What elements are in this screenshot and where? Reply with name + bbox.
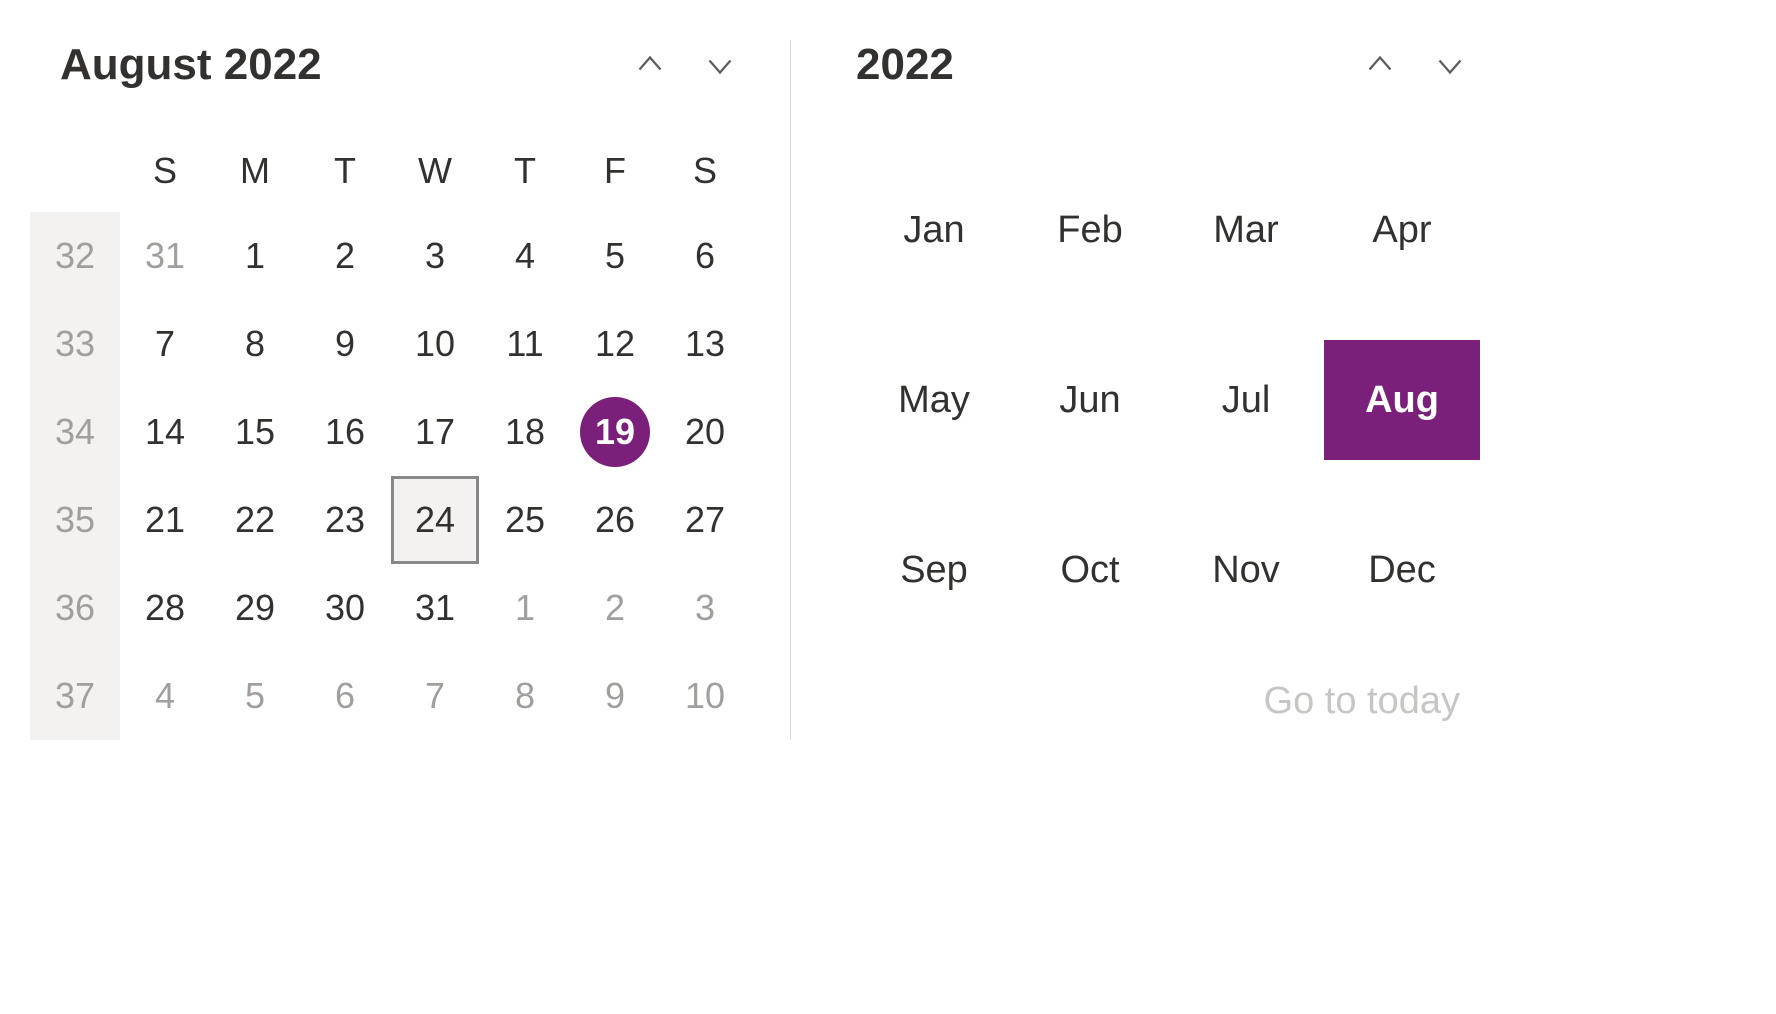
- month-prev-button[interactable]: [630, 45, 670, 85]
- day-cell[interactable]: 13: [660, 300, 750, 388]
- day-cell[interactable]: 9: [300, 300, 390, 388]
- day-cell[interactable]: 6: [660, 212, 750, 300]
- day-cell[interactable]: 21: [120, 476, 210, 564]
- go-to-today-button[interactable]: Go to today: [846, 630, 1490, 723]
- weekday-header: T: [300, 130, 390, 212]
- day-cell[interactable]: 8: [480, 652, 570, 740]
- month-grid: SMTWTFS323112345633789101112133414151617…: [30, 130, 760, 740]
- year-next-button[interactable]: [1430, 45, 1470, 85]
- day-cell[interactable]: 29: [210, 564, 300, 652]
- month-cell[interactable]: Mar: [1168, 170, 1324, 290]
- day-cell[interactable]: 19: [570, 388, 660, 476]
- day-cell[interactable]: 9: [570, 652, 660, 740]
- day-cell[interactable]: 3: [390, 212, 480, 300]
- day-cell[interactable]: 4: [480, 212, 570, 300]
- day-cell[interactable]: 1: [480, 564, 570, 652]
- day-cell[interactable]: 28: [120, 564, 210, 652]
- arrow-down-icon: [702, 47, 738, 83]
- day-cell[interactable]: 30: [300, 564, 390, 652]
- day-cell[interactable]: 31: [390, 564, 480, 652]
- month-cell[interactable]: Jan: [856, 170, 1012, 290]
- day-cell[interactable]: 15: [210, 388, 300, 476]
- day-cell[interactable]: 2: [300, 212, 390, 300]
- day-cell[interactable]: 20: [660, 388, 750, 476]
- month-cell[interactable]: May: [856, 340, 1012, 460]
- arrow-up-icon: [632, 47, 668, 83]
- day-cell[interactable]: 4: [120, 652, 210, 740]
- month-cell[interactable]: Jul: [1168, 340, 1324, 460]
- day-cell[interactable]: 14: [120, 388, 210, 476]
- day-cell[interactable]: 7: [120, 300, 210, 388]
- week-number: 32: [30, 212, 120, 300]
- year-header: 2022: [846, 40, 1490, 130]
- day-cell[interactable]: 17: [390, 388, 480, 476]
- weekday-header: F: [570, 130, 660, 212]
- day-cell[interactable]: 25: [480, 476, 570, 564]
- month-cell[interactable]: Nov: [1168, 510, 1324, 630]
- month-cell[interactable]: Dec: [1324, 510, 1480, 630]
- arrow-up-icon: [1362, 47, 1398, 83]
- week-number: 33: [30, 300, 120, 388]
- day-cell[interactable]: 27: [660, 476, 750, 564]
- year-grid: JanFebMarApr MayJunJulAug SepOctNovDec: [846, 130, 1490, 630]
- day-cell[interactable]: 12: [570, 300, 660, 388]
- day-cell[interactable]: 6: [300, 652, 390, 740]
- month-panel: August 2022 SMTWTFS323112345633789101112…: [30, 40, 790, 740]
- day-cell[interactable]: 18: [480, 388, 570, 476]
- month-title[interactable]: August 2022: [60, 40, 322, 90]
- day-cell[interactable]: 3: [660, 564, 750, 652]
- month-cell[interactable]: Jun: [1012, 340, 1168, 460]
- day-cell[interactable]: 5: [570, 212, 660, 300]
- day-cell[interactable]: 22: [210, 476, 300, 564]
- weekday-header: M: [210, 130, 300, 212]
- day-cell[interactable]: 10: [390, 300, 480, 388]
- day-cell[interactable]: 24: [390, 476, 480, 564]
- week-number: 36: [30, 564, 120, 652]
- year-prev-button[interactable]: [1360, 45, 1400, 85]
- month-nav-arrows: [630, 45, 740, 85]
- month-header: August 2022: [30, 40, 760, 130]
- month-cell[interactable]: Sep: [856, 510, 1012, 630]
- day-cell[interactable]: 7: [390, 652, 480, 740]
- month-cell[interactable]: Aug: [1324, 340, 1480, 460]
- day-cell[interactable]: 1: [210, 212, 300, 300]
- day-cell[interactable]: 23: [300, 476, 390, 564]
- week-number: 34: [30, 388, 120, 476]
- day-cell[interactable]: 16: [300, 388, 390, 476]
- day-cell[interactable]: 31: [120, 212, 210, 300]
- day-cell[interactable]: 11: [480, 300, 570, 388]
- day-cell[interactable]: 26: [570, 476, 660, 564]
- month-cell[interactable]: Oct: [1012, 510, 1168, 630]
- month-cell[interactable]: Feb: [1012, 170, 1168, 290]
- day-cell[interactable]: 2: [570, 564, 660, 652]
- day-cell[interactable]: 8: [210, 300, 300, 388]
- month-next-button[interactable]: [700, 45, 740, 85]
- weekday-header: W: [390, 130, 480, 212]
- year-nav-arrows: [1360, 45, 1470, 85]
- week-number: 35: [30, 476, 120, 564]
- day-cell[interactable]: 10: [660, 652, 750, 740]
- year-title[interactable]: 2022: [856, 40, 954, 90]
- week-num-header-blank: [30, 130, 120, 212]
- day-cell[interactable]: 5: [210, 652, 300, 740]
- month-cell[interactable]: Apr: [1324, 170, 1480, 290]
- weekday-header: T: [480, 130, 570, 212]
- weekday-header: S: [120, 130, 210, 212]
- weekday-header: S: [660, 130, 750, 212]
- arrow-down-icon: [1432, 47, 1468, 83]
- calendar-wrapper: August 2022 SMTWTFS323112345633789101112…: [0, 0, 1776, 780]
- year-panel: 2022 JanFebMarApr MayJunJulAug SepOctNovDe…: [790, 40, 1490, 740]
- week-number: 37: [30, 652, 120, 740]
